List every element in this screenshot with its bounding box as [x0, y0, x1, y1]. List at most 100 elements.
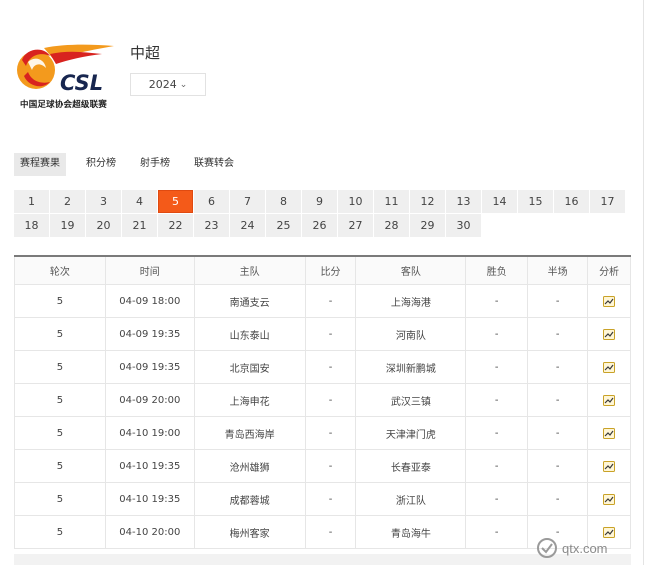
cell-round: 5: [15, 384, 106, 416]
round-button-7[interactable]: 7: [230, 190, 265, 213]
cell-half-time: -: [528, 483, 589, 515]
logo-wordmark: CSL: [60, 71, 103, 95]
tab-standings[interactable]: 积分榜: [80, 153, 122, 176]
round-button-12[interactable]: 12: [410, 190, 445, 213]
cell-analysis: [588, 450, 632, 482]
round-button-5[interactable]: 5: [158, 190, 193, 213]
header-round: 轮次: [15, 257, 106, 284]
csl-logo-emblem: CSL: [17, 44, 114, 95]
cell-away-team: 上海海港: [356, 285, 467, 317]
cell-home-team: 上海申花: [195, 384, 306, 416]
round-button-29[interactable]: 29: [410, 214, 445, 237]
table-row: 5 04-10 19:35 沧州雄狮 - 长春亚泰 - -: [14, 450, 632, 483]
round-button-13[interactable]: 13: [446, 190, 481, 213]
table-header-row: 轮次 时间 主队 比分 客队 胜负 半场 分析: [14, 257, 632, 285]
chart-analysis-icon[interactable]: [603, 460, 616, 472]
watermark: qtx.com: [536, 534, 646, 562]
page-title: 中超: [130, 44, 161, 62]
chevron-down-icon: ⌄: [179, 79, 188, 90]
chart-analysis-icon[interactable]: [603, 493, 616, 505]
season-value: 2024: [148, 78, 177, 91]
logo-subtitle: 中国足球协会超级联赛: [20, 100, 108, 110]
cell-away-team: 青岛海牛: [356, 516, 467, 548]
tab-top-scorers[interactable]: 射手榜: [134, 153, 176, 176]
cell-home-team: 梅州客家: [195, 516, 306, 548]
cell-result: -: [466, 318, 529, 350]
cell-half-time: -: [528, 384, 589, 416]
cell-score: -: [306, 483, 357, 515]
cell-result: -: [466, 450, 529, 482]
cell-away-team: 长春亚泰: [356, 450, 467, 482]
round-button-8[interactable]: 8: [266, 190, 301, 213]
round-button-19[interactable]: 19: [50, 214, 85, 237]
cell-half-time: -: [528, 450, 589, 482]
round-button-21[interactable]: 21: [122, 214, 157, 237]
round-button-10[interactable]: 10: [338, 190, 373, 213]
match-table: 轮次 时间 主队 比分 客队 胜负 半场 分析 5 04-09 18:00 南通支云…: [14, 255, 632, 549]
chart-analysis-icon[interactable]: [603, 328, 616, 340]
cell-away-team: 深圳新鹏城: [356, 351, 467, 383]
round-button-1[interactable]: 1: [14, 190, 49, 213]
cell-half-time: -: [528, 285, 589, 317]
chart-analysis-icon[interactable]: [603, 295, 616, 307]
cell-analysis: [588, 318, 632, 350]
chart-analysis-icon[interactable]: [603, 427, 616, 439]
round-button-2[interactable]: 2: [50, 190, 85, 213]
round-button-9[interactable]: 9: [302, 190, 337, 213]
cell-score: -: [306, 318, 357, 350]
league-logo: CSL 中国足球协会超级联赛: [14, 42, 118, 110]
cell-round: 5: [15, 450, 106, 482]
cell-analysis: [588, 483, 632, 515]
season-dropdown[interactable]: 2024 ⌄: [130, 73, 206, 96]
round-button-22[interactable]: 22: [158, 214, 193, 237]
round-button-20[interactable]: 20: [86, 214, 121, 237]
cell-result: -: [466, 483, 529, 515]
round-button-25[interactable]: 25: [266, 214, 301, 237]
round-button-15[interactable]: 15: [518, 190, 553, 213]
round-button-24[interactable]: 24: [230, 214, 265, 237]
table-row: 5 04-09 18:00 南通支云 - 上海海港 - -: [14, 285, 632, 318]
cell-round: 5: [15, 285, 106, 317]
cell-result: -: [466, 351, 529, 383]
chart-analysis-icon[interactable]: [603, 361, 616, 373]
round-button-14[interactable]: 14: [482, 190, 517, 213]
round-button-26[interactable]: 26: [302, 214, 337, 237]
watermark-text: qtx.com: [562, 540, 608, 556]
chart-analysis-icon[interactable]: [603, 394, 616, 406]
cell-result: -: [466, 285, 529, 317]
qtx-logo-icon: [537, 538, 557, 558]
cell-home-team: 北京国安: [195, 351, 306, 383]
round-button-27[interactable]: 27: [338, 214, 373, 237]
page-right-border: [643, 0, 644, 565]
table-row: 5 04-10 19:00 青岛西海岸 - 天津津门虎 - -: [14, 417, 632, 450]
tab-schedule-results[interactable]: 赛程赛果: [14, 153, 66, 176]
cell-time: 04-10 20:00: [106, 516, 195, 548]
tab-bar: 赛程赛果 积分榜 射手榜 联赛转会: [14, 153, 252, 176]
round-button-23[interactable]: 23: [194, 214, 229, 237]
cell-home-team: 沧州雄狮: [195, 450, 306, 482]
round-button-17[interactable]: 17: [590, 190, 625, 213]
round-button-18[interactable]: 18: [14, 214, 49, 237]
cell-time: 04-09 19:35: [106, 318, 195, 350]
cell-score: -: [306, 351, 357, 383]
round-button-4[interactable]: 4: [122, 190, 157, 213]
cell-away-team: 河南队: [356, 318, 467, 350]
cell-half-time: -: [528, 351, 589, 383]
header-away-team: 客队: [356, 257, 467, 284]
round-button-30[interactable]: 30: [446, 214, 481, 237]
round-button-3[interactable]: 3: [86, 190, 121, 213]
cell-away-team: 浙江队: [356, 483, 467, 515]
cell-analysis: [588, 351, 632, 383]
round-selector: 1 2 3 4 5 6 7 8 9 10 11 12 13 14 15 16 17 18 19 20 21 22 23 24 2…: [14, 190, 628, 237]
round-button-16[interactable]: 16: [554, 190, 589, 213]
cell-round: 5: [15, 516, 106, 548]
round-button-6[interactable]: 6: [194, 190, 229, 213]
tab-transfers[interactable]: 联赛转会: [188, 153, 240, 176]
round-button-28[interactable]: 28: [374, 214, 409, 237]
cell-result: -: [466, 417, 529, 449]
header-score: 比分: [306, 257, 357, 284]
cell-analysis: [588, 285, 632, 317]
round-button-11[interactable]: 11: [374, 190, 409, 213]
cell-result: -: [466, 516, 529, 548]
cell-score: -: [306, 384, 357, 416]
